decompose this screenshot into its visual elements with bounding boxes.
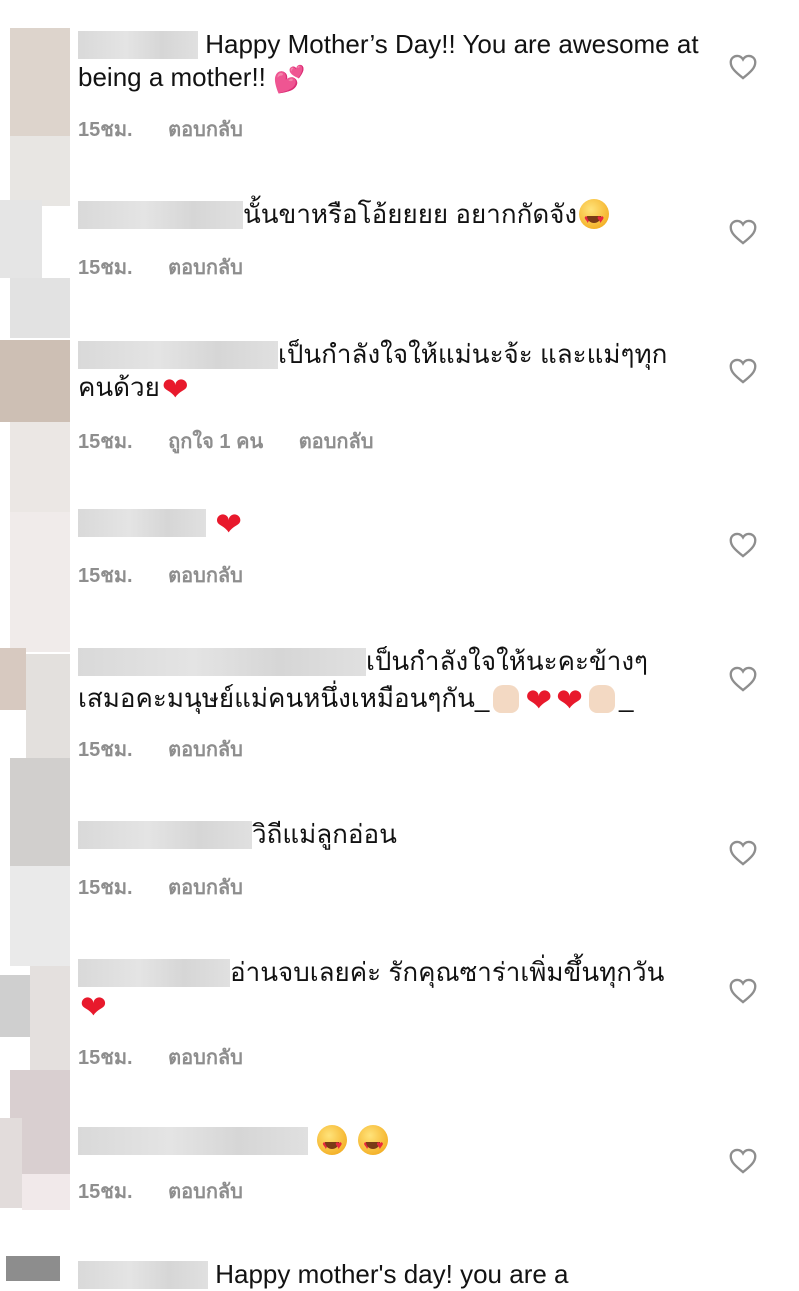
comment-text: Happy mother's day! you are a xyxy=(78,1258,699,1291)
heart-outline-icon[interactable] xyxy=(729,358,757,384)
comment-meta: 15ชม. ตอบกลับ xyxy=(78,1041,273,1073)
comment-meta: 15ชม. ตอบกลับ xyxy=(78,871,273,903)
comment-body: นั้นขาหรือโอ้ยยยย อยากกัดจัง xyxy=(243,199,578,229)
redacted-username[interactable] xyxy=(78,509,206,537)
comment-body: วิถีแม่ลูกอ่อน xyxy=(252,819,397,849)
heart-outline-icon[interactable] xyxy=(729,666,757,692)
comment-time: 15ชม. xyxy=(78,119,133,141)
redacted-username[interactable] xyxy=(78,1261,208,1289)
heart-eyes-emoji-icon xyxy=(317,1125,348,1162)
love-you-gesture-emoji-icon xyxy=(588,685,615,713)
comment-text: นั้นขาหรือโอ้ยยยย อยากกัดจัง xyxy=(78,198,699,236)
comment-meta: 15ชม. ตอบกลับ xyxy=(78,251,273,283)
comment-time: 15ชม. xyxy=(78,431,133,453)
avatar-column xyxy=(0,0,72,1281)
redacted-username[interactable] xyxy=(78,201,243,229)
two-hearts-emoji-icon: 💕 xyxy=(273,64,306,94)
reply-button[interactable]: ตอบกลับ xyxy=(168,565,243,587)
heart-outline-icon[interactable] xyxy=(729,1148,757,1174)
comment-body: Happy mother's day! you are a xyxy=(215,1259,569,1289)
comment-text: วิถีแม่ลูกอ่อน xyxy=(78,818,699,851)
red-heart-emoji-icon: ❤ xyxy=(80,989,107,1025)
avatar[interactable] xyxy=(0,1118,22,1208)
comment-meta: 15ชม. ตอบกลับ xyxy=(78,733,273,765)
reply-button[interactable]: ตอบกลับ xyxy=(168,1181,243,1203)
heart-outline-icon[interactable] xyxy=(729,978,757,1004)
red-heart-emoji-icon: ❤ xyxy=(215,506,243,542)
avatar[interactable] xyxy=(26,654,70,758)
comment-text: Happy Mother’s Day!! You are awesome at … xyxy=(78,28,699,96)
avatar[interactable] xyxy=(10,866,70,966)
avatar xyxy=(10,758,70,866)
avatar xyxy=(10,278,70,338)
avatar[interactable] xyxy=(10,28,70,136)
redacted-username[interactable] xyxy=(78,821,252,849)
comment-text: เป็นกำลังใจให้แม่นะจ้ะ และแม่ๆทุก คนด้วย… xyxy=(78,338,689,406)
comment-body-line2: เสมอคะมนุษย์แม่คนหนึ่งเหมือนๆกัน_ xyxy=(78,683,490,713)
reply-button[interactable]: ตอบกลับ xyxy=(168,877,243,899)
comment-meta: 15ชม. ตอบกลับ xyxy=(78,559,273,591)
comment-body-end: _ xyxy=(618,683,634,713)
avatar xyxy=(22,1174,70,1210)
reply-button[interactable]: ตอบกลับ xyxy=(168,739,243,761)
comment-text xyxy=(78,1124,699,1162)
redacted-username[interactable] xyxy=(78,341,278,369)
redacted-username[interactable] xyxy=(78,959,230,987)
heart-eyes-emoji-icon xyxy=(358,1125,389,1162)
avatar xyxy=(10,136,70,206)
heart-outline-icon[interactable] xyxy=(729,532,757,558)
reply-button[interactable]: ตอบกลับ xyxy=(168,1047,243,1069)
comment-time: 15ชม. xyxy=(78,1181,133,1203)
comment-time: 15ชม. xyxy=(78,565,133,587)
reply-button[interactable]: ตอบกลับ xyxy=(168,257,243,279)
avatar[interactable] xyxy=(0,200,42,278)
comment-body: อ่านจบเลยค่ะ รักคุณซาร่าเพิ่มขึ้นทุกวัน xyxy=(230,957,665,987)
reply-button[interactable]: ตอบกลับ xyxy=(299,431,374,453)
comment-time: 15ชม. xyxy=(78,257,133,279)
likes-count[interactable]: ถูกใจ 1 คน xyxy=(168,431,263,453)
red-heart-emoji-icon: ❤ xyxy=(556,682,583,718)
comment-text: อ่านจบเลยค่ะ รักคุณซาร่าเพิ่มขึ้นทุกวัน … xyxy=(78,956,679,1024)
comment-meta: 15ชม. ตอบกลับ xyxy=(78,113,273,145)
redacted-username[interactable] xyxy=(78,1127,308,1155)
red-heart-emoji-icon: ❤ xyxy=(525,682,553,718)
heart-outline-icon[interactable] xyxy=(729,54,757,80)
comment-time: 15ชม. xyxy=(78,877,133,899)
comment-body-line1: เป็นกำลังใจให้นะคะข้างๆ xyxy=(366,646,649,676)
comment-meta: 15ชม. ตอบกลับ xyxy=(78,1175,273,1207)
redacted-username[interactable] xyxy=(78,648,366,676)
comment-meta: 15ชม. ถูกใจ 1 คน ตอบกลับ xyxy=(78,425,403,457)
avatar[interactable] xyxy=(10,512,70,652)
avatar[interactable] xyxy=(0,340,70,422)
heart-outline-icon[interactable] xyxy=(729,840,757,866)
avatar xyxy=(0,975,30,1037)
heart-outline-icon[interactable] xyxy=(729,219,757,245)
red-heart-emoji-icon: ❤ xyxy=(161,371,189,407)
love-you-gesture-emoji-icon xyxy=(493,685,520,713)
avatar[interactable] xyxy=(30,966,70,1070)
heart-eyes-emoji-icon xyxy=(579,199,610,236)
avatar xyxy=(10,422,70,512)
avatar xyxy=(0,648,26,710)
avatar[interactable] xyxy=(6,1256,60,1281)
comment-time: 15ชม. xyxy=(78,739,133,761)
comment-text: เป็นกำลังใจให้นะคะข้างๆ xyxy=(78,645,699,678)
comment-time: 15ชม. xyxy=(78,1047,133,1069)
comment-text: ❤ xyxy=(78,506,699,541)
redacted-username[interactable] xyxy=(78,31,198,59)
comment-text-line2: เสมอคะมนุษย์แม่คนหนึ่งเหมือนๆกัน_ ❤ ❤ _ xyxy=(78,682,699,717)
reply-button[interactable]: ตอบกลับ xyxy=(168,119,243,141)
